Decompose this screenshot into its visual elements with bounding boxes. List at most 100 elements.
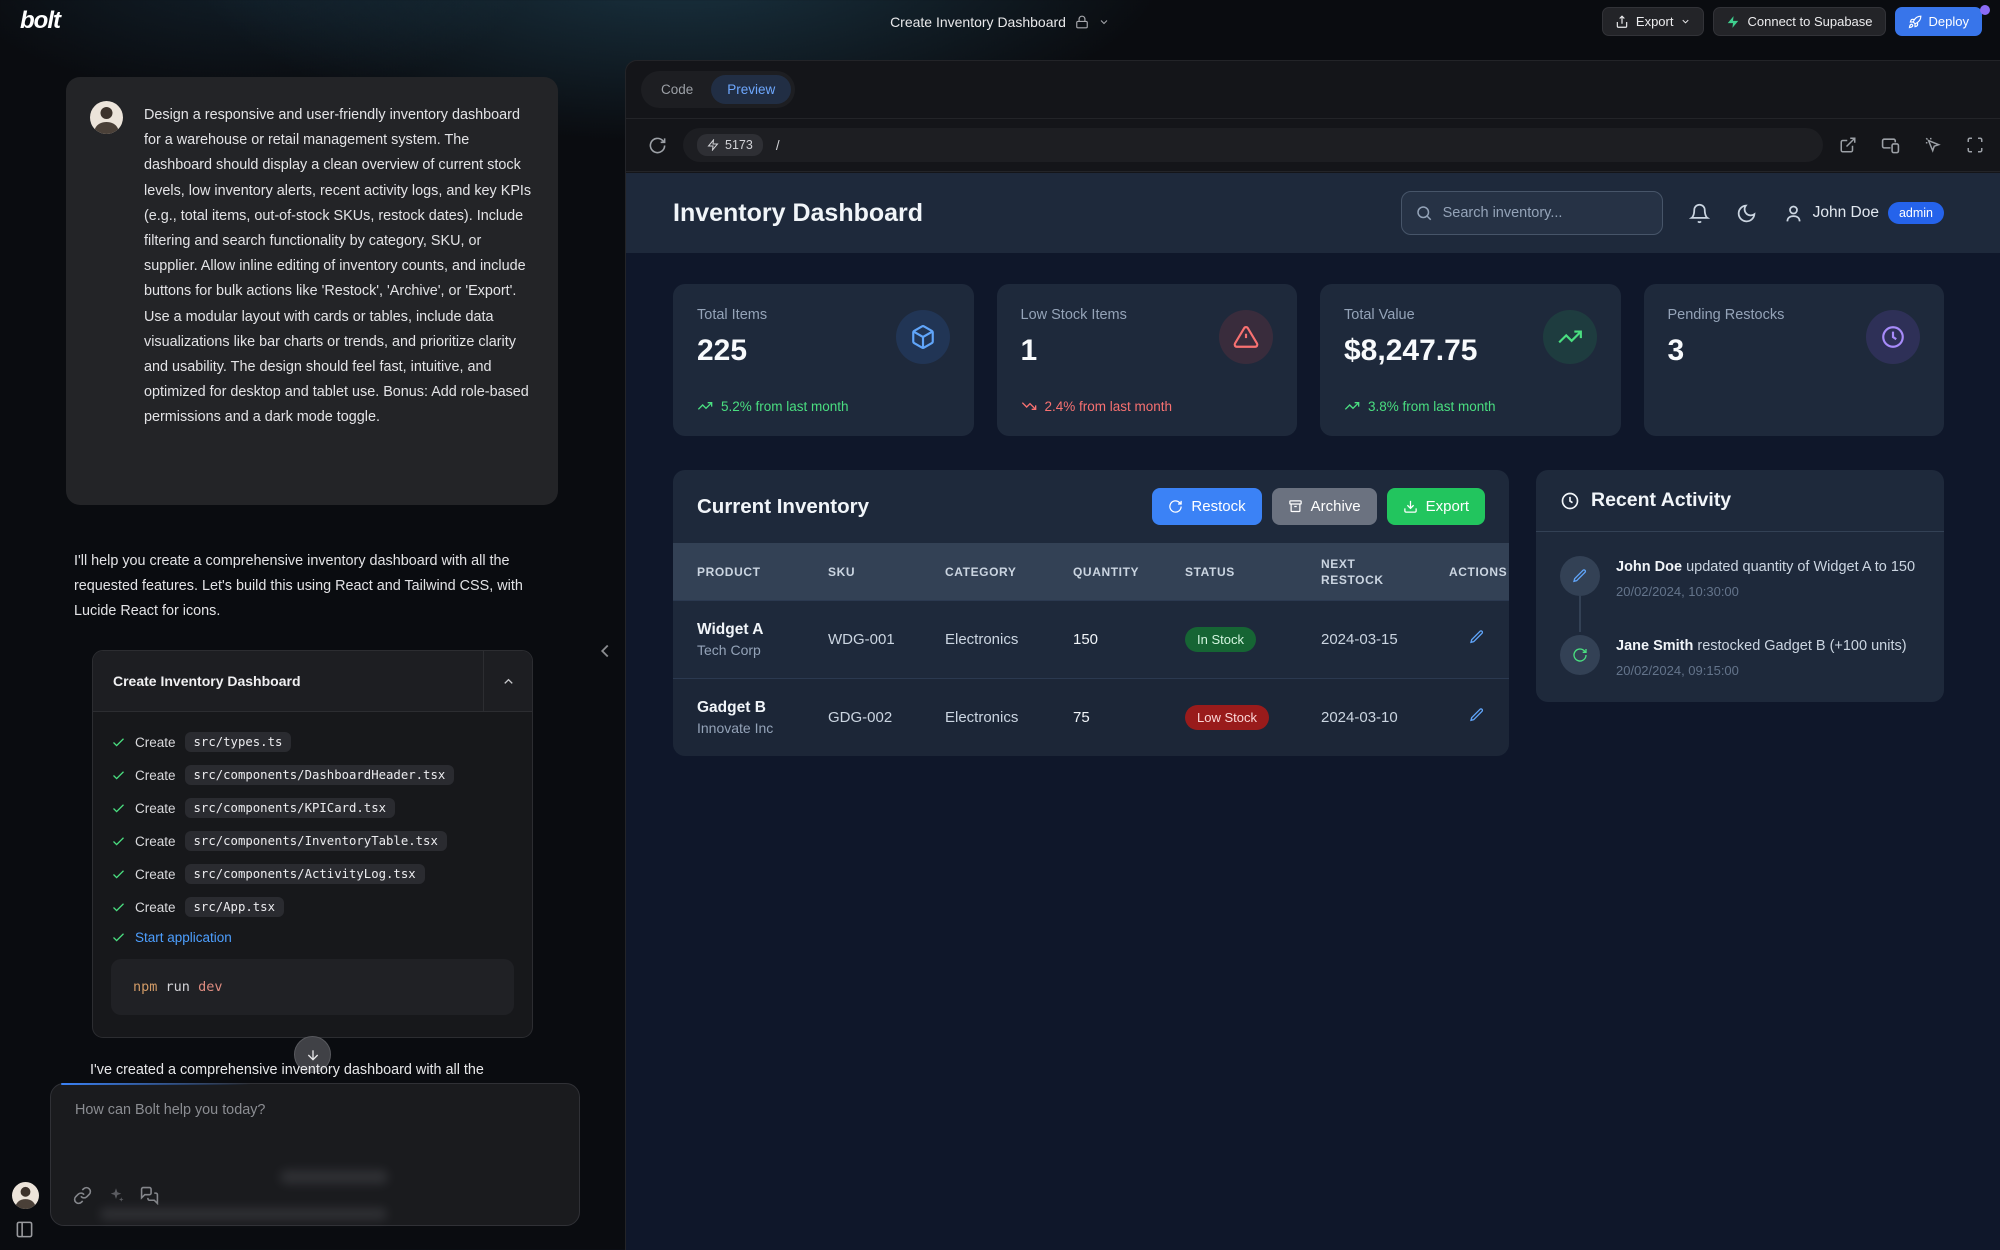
preview-panel: Code Preview 5173 / Inventory Dashboard <box>625 60 2000 1250</box>
activity-item: John Doe updated quantity of Widget A to… <box>1560 556 1920 599</box>
pencil-icon <box>1560 556 1600 596</box>
download-icon <box>1403 499 1418 514</box>
reload-icon[interactable] <box>648 136 667 155</box>
url-bar[interactable]: 5173 / <box>683 128 1823 162</box>
collapse-panel-chevron[interactable] <box>594 640 616 667</box>
export-button[interactable]: Export <box>1602 7 1705 36</box>
archive-icon <box>1288 499 1303 514</box>
kpi-card-total-items: Total Items 225 5.2% from last month <box>673 284 974 436</box>
supabase-label: Connect to Supabase <box>1747 14 1872 29</box>
trending-up-icon <box>697 398 713 414</box>
product-name: Widget A <box>697 621 828 639</box>
artifact-step: Create src/components/ActivityLog.tsx <box>111 864 514 884</box>
lock-icon <box>1075 15 1089 29</box>
edit-row-icon[interactable] <box>1469 707 1485 723</box>
share-icon <box>1615 15 1629 29</box>
artifact-step: Create src/components/DashboardHeader.ts… <box>111 765 514 785</box>
redacted-text <box>280 1170 388 1184</box>
user-message-card: Design a responsive and user-friendly in… <box>66 77 558 505</box>
activity-connector <box>1579 596 1581 632</box>
bell-icon[interactable] <box>1689 203 1710 224</box>
clock-icon <box>1866 310 1920 364</box>
code-preview-switcher: Code Preview <box>641 71 795 108</box>
file-pill[interactable]: src/App.tsx <box>185 897 284 917</box>
chat-input[interactable] <box>75 1102 545 1154</box>
table-row[interactable]: Widget A Tech Corp WDG-001 Electronics 1… <box>673 600 1509 678</box>
tab-preview[interactable]: Preview <box>711 75 791 104</box>
chevron-down-icon <box>1680 16 1691 27</box>
dark-mode-toggle-icon[interactable] <box>1736 203 1757 224</box>
kpi-card-low-stock: Low Stock Items 1 2.4% from last month <box>997 284 1298 436</box>
chevron-down-icon[interactable] <box>1098 16 1110 28</box>
deploy-label: Deploy <box>1929 14 1969 29</box>
top-bar: bolt Create Inventory Dashboard Export C… <box>0 0 2000 44</box>
archive-button[interactable]: Archive <box>1272 488 1377 525</box>
sparkles-icon[interactable] <box>107 1186 125 1205</box>
connect-supabase-button[interactable]: Connect to Supabase <box>1713 7 1885 36</box>
fullscreen-icon[interactable] <box>1966 136 1984 155</box>
refresh-icon <box>1168 499 1183 514</box>
tab-code[interactable]: Code <box>645 75 709 104</box>
inspector-cursor-icon[interactable] <box>1924 136 1942 155</box>
link-icon[interactable] <box>73 1186 92 1205</box>
artifact-step: Create src/components/KPICard.tsx <box>111 798 514 818</box>
check-icon <box>111 867 126 882</box>
alert-triangle-icon <box>1219 310 1273 364</box>
rocket-icon <box>1908 15 1922 29</box>
quantity-value[interactable]: 150 <box>1073 631 1185 648</box>
export-label: Export <box>1636 14 1674 29</box>
restock-button[interactable]: Restock <box>1152 488 1261 525</box>
file-pill[interactable]: src/components/KPICard.tsx <box>185 798 396 818</box>
start-application-link[interactable]: Start application <box>135 930 232 945</box>
start-application-step: Start application <box>111 930 514 945</box>
port-badge[interactable]: 5173 <box>697 134 763 156</box>
sidebar-toggle-icon[interactable] <box>15 1220 34 1244</box>
user-menu[interactable]: John Doe admin <box>1783 202 1944 224</box>
dashboard-header: Inventory Dashboard John Doe admin <box>626 173 2000 253</box>
check-icon <box>111 735 126 750</box>
artifact-title: Create Inventory Dashboard <box>93 651 483 711</box>
redacted-text <box>100 1208 387 1220</box>
refresh-icon <box>1560 635 1600 675</box>
artifact-step: Create src/types.ts <box>111 732 514 752</box>
table-row[interactable]: Gadget B Innovate Inc GDG-002 Electronic… <box>673 678 1509 756</box>
file-pill[interactable]: src/components/DashboardHeader.tsx <box>185 765 455 785</box>
assistant-followup-text: I've created a comprehensive inventory d… <box>90 1062 560 1078</box>
user-name: John Doe <box>1813 204 1879 222</box>
user-icon <box>1783 203 1804 224</box>
artifact-step: Create src/App.tsx <box>111 897 514 917</box>
supabase-icon <box>1726 15 1740 29</box>
chevron-up-icon <box>501 674 516 689</box>
inventory-table-card: Current Inventory Restock Archive Exp <box>673 470 1509 756</box>
table-header-row: Product SKU Category Quantity Status Nex… <box>673 543 1509 600</box>
activity-item: Jane Smith restocked Gadget B (+100 unit… <box>1560 635 1920 678</box>
kpi-card-pending-restocks: Pending Restocks 3 <box>1644 284 1945 436</box>
search-input[interactable] <box>1443 205 1649 221</box>
chat-bubbles-icon[interactable] <box>140 1186 159 1205</box>
open-external-icon[interactable] <box>1839 136 1857 155</box>
recent-activity-card: Recent Activity John Doe updated quantit… <box>1536 470 1944 702</box>
status-badge: In Stock <box>1185 627 1256 652</box>
activity-timestamp: 20/02/2024, 10:30:00 <box>1616 584 1915 599</box>
check-icon <box>111 930 126 945</box>
deploy-button[interactable]: Deploy <box>1895 7 1982 36</box>
collapse-artifact-button[interactable] <box>483 651 532 711</box>
plug-zap-icon <box>707 139 719 151</box>
terminal-command: npm run dev <box>111 959 514 1015</box>
file-pill[interactable]: src/types.ts <box>185 732 292 752</box>
artifact-card: Create Inventory Dashboard Create src/ty… <box>92 650 533 1038</box>
quantity-value[interactable]: 75 <box>1073 709 1185 726</box>
edit-row-icon[interactable] <box>1469 629 1485 645</box>
file-pill[interactable]: src/components/InventoryTable.tsx <box>185 831 447 851</box>
file-pill[interactable]: src/components/ActivityLog.tsx <box>185 864 425 884</box>
preview-viewport: Inventory Dashboard John Doe admin Total… <box>626 173 2000 1250</box>
supplier-name: Tech Corp <box>697 642 828 658</box>
arrow-down-icon <box>305 1047 321 1063</box>
inventory-search <box>1401 191 1663 235</box>
user-message-text: Design a responsive and user-friendly in… <box>144 103 536 431</box>
account-avatar[interactable] <box>12 1182 39 1209</box>
export-csv-button[interactable]: Export <box>1387 488 1485 525</box>
responsive-devices-icon[interactable] <box>1881 136 1900 155</box>
supplier-name: Innovate Inc <box>697 720 828 736</box>
check-icon <box>111 768 126 783</box>
